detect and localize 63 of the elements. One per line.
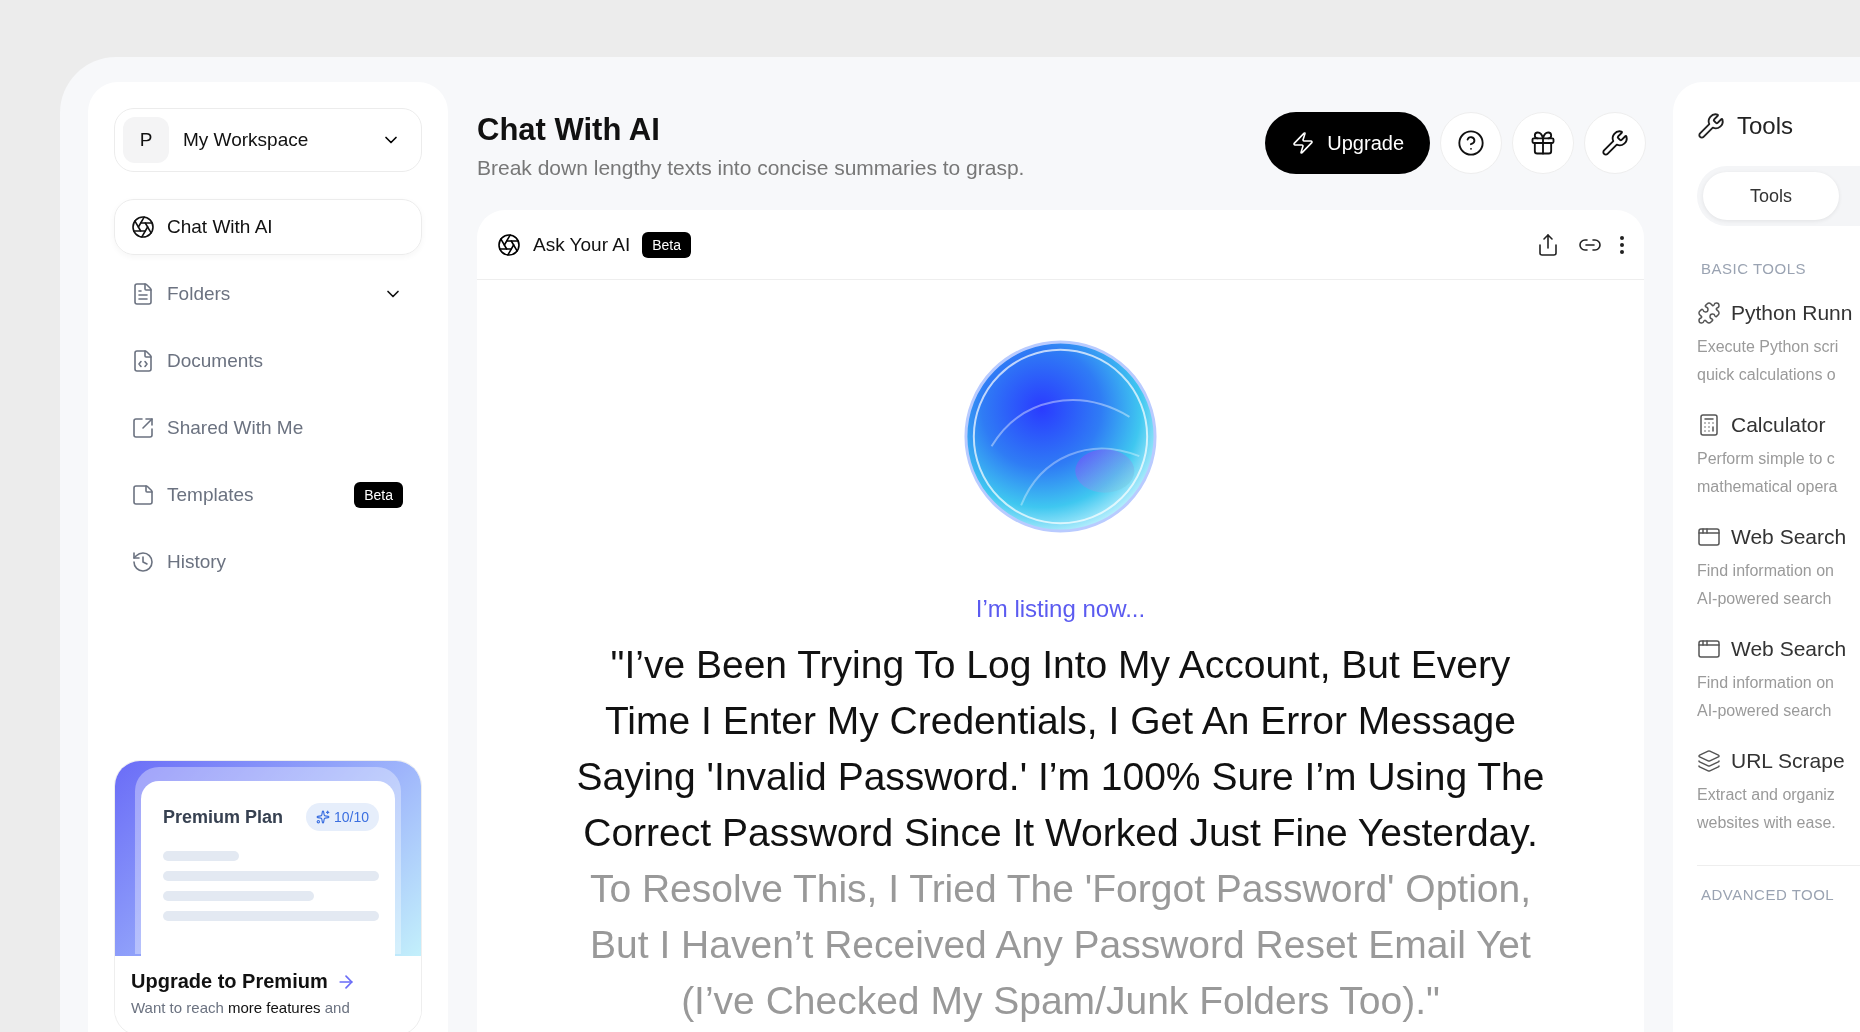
share-icon xyxy=(1536,232,1560,257)
beta-badge: Beta xyxy=(642,231,691,258)
transcript-text: "I’ve Been Trying To Log Into My Account, But Every Time I Enter My Credentials, I Get An Error Message Saying 'Invalid Password.' I’m 100% Sure I’m Using The Correct Password Since It Worked Just Fine Yesterday. To Resolve This, I Tried The 'Forgot Password' Option, But I Haven’t Received Any Password Reset Email Yet (I’ve Checked My Spam/Junk Folders Too)." xyxy=(575,642,1546,1024)
calculator-icon xyxy=(1697,413,1721,437)
panel-title: Tools xyxy=(1737,112,1794,140)
tool-description: Extract and organiz websites with ease. xyxy=(1697,785,1837,833)
layers-icon xyxy=(1697,749,1721,773)
sidebar-item-label: History xyxy=(167,551,228,573)
note-icon xyxy=(131,483,155,507)
aperture-icon xyxy=(497,232,521,257)
page-subtitle: Break down lengthy texts into concise summaries to grasp. xyxy=(477,156,1025,180)
help-icon xyxy=(1457,129,1485,157)
sidebar-item[interactable]: Chat With AI xyxy=(114,199,422,255)
listening-status: I’m listing now... xyxy=(975,595,1146,623)
promo-text: Want to reach more features and xyxy=(131,999,351,1016)
window-icon xyxy=(1697,525,1721,549)
upgrade-link[interactable]: Upgrade to Premium xyxy=(131,970,405,993)
sparkle-icon xyxy=(315,810,330,824)
tool-name[interactable]: URL Scrape xyxy=(1731,749,1845,773)
tool-name[interactable]: Calculator xyxy=(1731,413,1826,437)
tab[interactable]: Tools xyxy=(1703,172,1839,220)
plan-name: Premium Plan xyxy=(163,806,284,828)
section-heading: BASIC TOOLS xyxy=(1701,260,1807,277)
sidebar-item[interactable]: Shared With Me xyxy=(114,400,422,456)
history-icon xyxy=(131,550,155,574)
tool-description: Find information on AI-powered search xyxy=(1697,673,1835,721)
lightning-icon xyxy=(1291,131,1316,155)
share-button[interactable] xyxy=(1536,232,1560,257)
document-icon xyxy=(131,282,155,306)
tool-description: Find information on AI-powered search xyxy=(1697,561,1835,609)
more-button[interactable] xyxy=(1620,235,1624,254)
tool-name[interactable]: Web Search xyxy=(1731,637,1847,661)
workspace-selector[interactable]: P My Workspace xyxy=(114,108,422,172)
sidebar-item[interactable]: Templates Beta xyxy=(114,467,422,523)
page-title: Chat With AI xyxy=(477,112,661,148)
more-icon xyxy=(1620,235,1624,254)
tool-name[interactable]: Python Runn xyxy=(1731,301,1853,325)
workspace-name: My Workspace xyxy=(183,129,310,151)
file-icon xyxy=(131,349,155,373)
aperture-icon xyxy=(131,215,155,239)
chat-title: Ask Your AI xyxy=(533,233,631,256)
sidebar-item-label: Documents xyxy=(167,350,265,372)
tool-description: Execute Python scri quick calculations o xyxy=(1697,337,1840,385)
sidebar-item[interactable]: History xyxy=(114,534,422,590)
gift-icon xyxy=(1529,129,1557,157)
window-icon xyxy=(1697,637,1721,661)
section-heading: ADVANCED TOOL xyxy=(1701,886,1836,903)
sidebar-item-label: Chat With AI xyxy=(167,216,274,238)
sidebar-item-label: Templates xyxy=(167,484,255,506)
beta-badge: Beta xyxy=(354,482,403,508)
wrench-icon xyxy=(1697,112,1725,140)
tool-name[interactable]: Web Search xyxy=(1731,525,1847,549)
sidebar-item-label: Shared With Me xyxy=(167,417,305,439)
sidebar-item[interactable]: Folders xyxy=(114,266,422,322)
wrench-icon xyxy=(1601,129,1629,157)
tool-description: Perform simple to c mathematical opera xyxy=(1697,449,1839,497)
credits-count: 10/10 xyxy=(333,809,369,825)
workspace-avatar: P xyxy=(123,117,169,163)
upgrade-button[interactable]: Upgrade xyxy=(1265,112,1430,174)
share-icon xyxy=(131,416,155,440)
sidebar-item[interactable]: Documents xyxy=(114,333,422,389)
sidebar-item-label: Folders xyxy=(167,283,232,305)
puzzle-icon xyxy=(1697,301,1721,325)
